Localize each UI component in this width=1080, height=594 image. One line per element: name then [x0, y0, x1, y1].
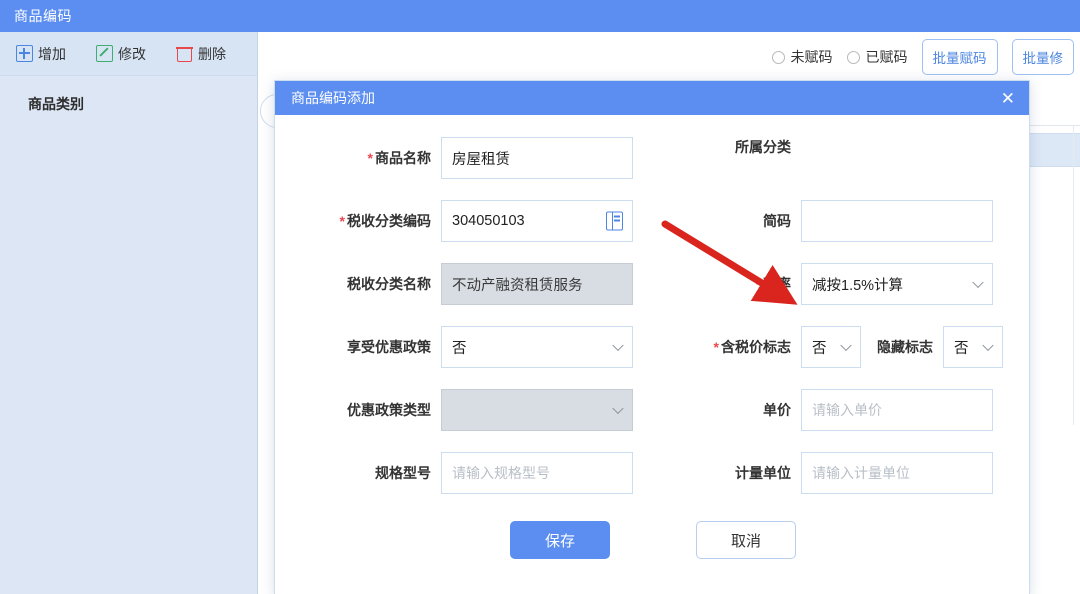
form-row-5: 优惠政策类型 单价 请输入单价	[275, 389, 1029, 431]
tax-category-name-label: 税收分类名称	[347, 276, 431, 292]
chevron-down-icon	[840, 339, 852, 352]
unit-price-label: 单价	[763, 402, 791, 418]
tax-category-name-value: 不动产融资租赁服务	[452, 277, 583, 294]
tax-code-label: * 税收分类编码	[339, 213, 431, 229]
sidebar-panel: 增加 修改 删除 商品类别	[0, 32, 258, 594]
delete-button[interactable]: 删除	[176, 44, 226, 64]
chevron-down-icon	[972, 276, 984, 289]
tax-inclusive-flag-select[interactable]: 否	[801, 326, 861, 368]
chevron-down-icon	[612, 339, 624, 352]
plus-square-icon	[16, 45, 33, 62]
spec-model-label: 规格型号	[375, 465, 431, 481]
save-button[interactable]: 保存	[510, 521, 610, 559]
radio-coded[interactable]: 已赋码	[846, 47, 908, 67]
tax-rate-select[interactable]: 减按1.5%计算	[801, 263, 993, 305]
book-icon[interactable]	[606, 211, 623, 231]
required-marker: *	[755, 276, 761, 292]
hidden-flag-value: 否	[954, 340, 969, 357]
spec-model-placeholder: 请输入规格型号	[452, 465, 550, 481]
form-row-4: 享受优惠政策 否 * 含税价标志 否 隐藏标志 否	[275, 326, 1029, 368]
field-group-policy-type: 优惠政策类型	[275, 389, 649, 431]
radio-circle-icon	[771, 50, 785, 64]
tax-inclusive-flag-value: 否	[812, 340, 827, 357]
delete-button-label: 删除	[198, 45, 226, 62]
add-product-code-dialog: 商品编码添加 ✕ * 商品名称 房屋租赁 所属分类 * 税收分类编码 30405…	[274, 80, 1030, 594]
unit-price-placeholder: 请输入单价	[812, 402, 882, 418]
field-group-tax-category-name: 税收分类名称 不动产融资租赁服务	[275, 263, 649, 305]
measure-unit-label: 计量单位	[735, 465, 791, 481]
dialog-body: * 商品名称 房屋租赁 所属分类 * 税收分类编码 304050103 简码 税…	[275, 115, 1029, 594]
application-window: 商品编码 增加 修改 删除 商品类别 未赋码 已赋码 批量赋码 批量修 商品编码…	[0, 0, 1080, 594]
edit-button-label: 修改	[118, 45, 146, 62]
radio-coded-label: 已赋码	[865, 49, 908, 65]
dialog-action-bar: 保存 取消	[275, 521, 1031, 559]
radio-uncoded-label: 未赋码	[790, 49, 833, 65]
add-button-label: 增加	[38, 45, 66, 62]
app-title-bar: 商品编码	[0, 0, 1080, 32]
form-row-6: 规格型号 请输入规格型号 计量单位 请输入计量单位	[275, 452, 1029, 494]
field-group-tax-code: * 税收分类编码 304050103	[275, 200, 649, 242]
trash-icon	[176, 45, 193, 62]
batch-assign-code-button[interactable]: 批量赋码	[921, 39, 998, 75]
category-label: 所属分类	[735, 139, 791, 155]
dialog-title-bar: 商品编码添加 ✕	[275, 81, 1029, 115]
background-vertical-rule	[1073, 125, 1074, 425]
close-icon[interactable]: ✕	[1001, 90, 1015, 107]
batch-modify-button[interactable]: 批量修	[1011, 39, 1074, 75]
tax-rate-label: * 税率	[755, 276, 791, 292]
dialog-title: 商品编码添加	[291, 90, 375, 106]
required-marker: *	[339, 213, 345, 229]
field-group-product-name: * 商品名称 房屋租赁	[275, 137, 649, 179]
preferential-policy-select[interactable]: 否	[441, 326, 633, 368]
form-row-2: * 税收分类编码 304050103 简码	[275, 200, 1029, 242]
unit-price-input[interactable]: 请输入单价	[801, 389, 993, 431]
app-title: 商品编码	[14, 8, 72, 24]
chevron-down-icon	[612, 402, 624, 415]
tax-rate-value: 减按1.5%计算	[812, 277, 904, 294]
field-group-preferential-policy: 享受优惠政策 否	[275, 326, 649, 368]
measure-unit-placeholder: 请输入计量单位	[812, 465, 910, 481]
short-code-input[interactable]	[801, 200, 993, 242]
sidebar-toolbar: 增加 修改 删除	[0, 32, 257, 76]
edit-button[interactable]: 修改	[96, 44, 146, 64]
field-group-flags: * 含税价标志 否 隐藏标志 否	[649, 326, 1029, 368]
edit-pencil-icon	[96, 45, 113, 62]
product-name-label: * 商品名称	[367, 150, 431, 166]
sidebar-heading: 商品类别	[28, 96, 84, 112]
preferential-policy-label: 享受优惠政策	[347, 339, 431, 355]
policy-type-label: 优惠政策类型	[347, 402, 431, 418]
form-row-1: * 商品名称 房屋租赁 所属分类	[275, 137, 1029, 179]
preferential-policy-value: 否	[452, 340, 467, 357]
policy-type-select	[441, 389, 633, 431]
tax-code-input[interactable]: 304050103	[441, 200, 633, 242]
field-group-short-code: 简码	[649, 200, 1029, 242]
tax-category-name-input: 不动产融资租赁服务	[441, 263, 633, 305]
required-marker: *	[713, 339, 719, 355]
measure-unit-input[interactable]: 请输入计量单位	[801, 452, 993, 494]
short-code-label: 简码	[763, 213, 791, 229]
product-name-input[interactable]: 房屋租赁	[441, 137, 633, 179]
field-group-spec-model: 规格型号 请输入规格型号	[275, 452, 649, 494]
field-group-category: 所属分类	[649, 137, 1029, 157]
spec-model-input[interactable]: 请输入规格型号	[441, 452, 633, 494]
radio-circle-icon	[846, 50, 860, 64]
product-name-value: 房屋租赁	[452, 151, 510, 168]
required-marker: *	[367, 150, 373, 166]
add-button[interactable]: 增加	[16, 44, 66, 64]
hidden-flag-select[interactable]: 否	[943, 326, 1003, 368]
main-toolbar: 未赋码 已赋码 批量赋码 批量修	[258, 32, 1080, 82]
cancel-button[interactable]: 取消	[696, 521, 796, 559]
radio-uncoded[interactable]: 未赋码	[771, 47, 833, 67]
field-group-unit-price: 单价 请输入单价	[649, 389, 1029, 431]
chevron-down-icon	[982, 339, 994, 352]
hidden-flag-label: 隐藏标志	[877, 339, 933, 355]
form-row-3: 税收分类名称 不动产融资租赁服务 * 税率 减按1.5%计算	[275, 263, 1029, 305]
tax-inclusive-flag-label: * 含税价标志	[713, 339, 791, 355]
field-group-tax-rate: * 税率 减按1.5%计算	[649, 263, 1029, 305]
tax-code-value: 304050103	[452, 213, 525, 229]
field-group-measure-unit: 计量单位 请输入计量单位	[649, 452, 1029, 494]
